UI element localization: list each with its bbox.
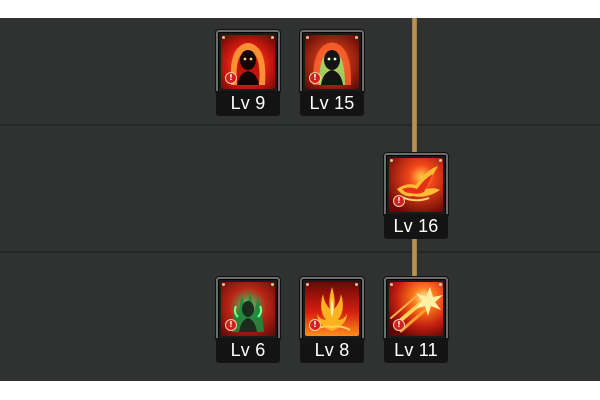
corner-dot (355, 283, 358, 286)
corner-dot (271, 283, 274, 286)
row-divider (0, 251, 600, 253)
skill-frame: ! (384, 277, 448, 341)
skill-frame: ! (300, 30, 364, 94)
skill-level-label: Lv 11 (384, 338, 448, 363)
skill-tree-panel: ! Lv 9 ! Lv 15 ! Lv 16 ! Lv 6 ! Lv 8 ! L… (0, 18, 600, 381)
skill-frame: ! (216, 277, 280, 341)
lock-badge-icon: ! (393, 195, 405, 207)
corner-dot (306, 36, 309, 39)
skill-node-lv8[interactable]: ! Lv 8 (300, 277, 364, 365)
corner-dot (355, 36, 358, 39)
corner-dot (222, 283, 225, 286)
row-divider (0, 124, 600, 126)
lock-badge-icon: ! (393, 319, 405, 331)
lock-badge-icon: ! (225, 319, 237, 331)
skill-frame: ! (384, 153, 448, 217)
skill-level-label: Lv 15 (300, 91, 364, 116)
skill-level-label: Lv 16 (384, 214, 448, 239)
lock-badge-icon: ! (309, 319, 321, 331)
corner-dot (439, 283, 442, 286)
skill-level-label: Lv 9 (216, 91, 280, 116)
skill-node-lv6[interactable]: ! Lv 6 (216, 277, 280, 365)
skill-level-label: Lv 8 (300, 338, 364, 363)
corner-dot (271, 36, 274, 39)
skill-frame: ! (300, 277, 364, 341)
skill-frame: ! (216, 30, 280, 94)
corner-dot (222, 36, 225, 39)
skill-node-lv15[interactable]: ! Lv 15 (300, 30, 364, 118)
skill-node-lv9[interactable]: ! Lv 9 (216, 30, 280, 118)
corner-dot (390, 159, 393, 162)
corner-dot (306, 283, 309, 286)
corner-dot (390, 283, 393, 286)
corner-dot (439, 159, 442, 162)
skill-node-lv16[interactable]: ! Lv 16 (384, 153, 448, 241)
lock-badge-icon: ! (225, 72, 237, 84)
skill-level-label: Lv 6 (216, 338, 280, 363)
skill-node-lv11[interactable]: ! Lv 11 (384, 277, 448, 365)
lock-badge-icon: ! (309, 72, 321, 84)
